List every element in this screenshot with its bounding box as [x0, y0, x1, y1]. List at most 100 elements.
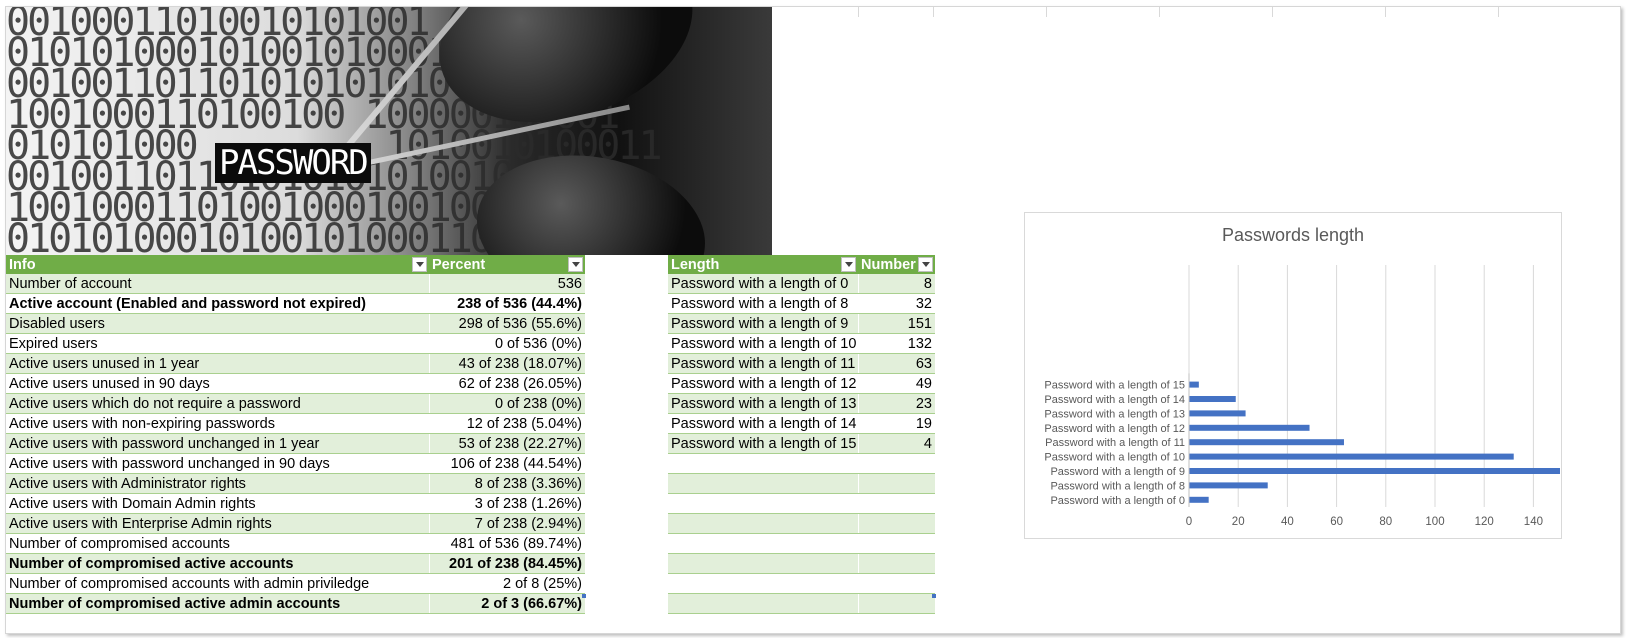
bar[interactable]	[1189, 410, 1246, 417]
percent-cell[interactable]: 2 of 3 (66.67%)	[428, 593, 585, 614]
percent-cell[interactable]: 3 of 238 (1.26%)	[428, 493, 585, 514]
table-row[interactable]: Number of account 536	[6, 274, 585, 294]
percent-cell[interactable]: 0 of 238 (0%)	[428, 393, 585, 414]
table-row[interactable]: Password with a length of 10 132	[668, 333, 935, 354]
percent-cell[interactable]: 238 of 536 (44.4%)	[428, 293, 585, 314]
table-row[interactable]: Password with a length of 14 19	[668, 413, 935, 434]
table-row[interactable]: Password with a length of 8 32	[668, 293, 935, 314]
length-cell[interactable]: Password with a length of 13	[668, 393, 858, 414]
table-row[interactable]: Active users with Domain Admin rights 3 o…	[6, 493, 585, 514]
table-row[interactable]: Active users which do not require a pass…	[6, 393, 585, 414]
length-cell[interactable]: Password with a length of 9	[668, 313, 858, 334]
length-cell[interactable]	[668, 473, 858, 494]
percent-cell[interactable]: 0 of 536 (0%)	[428, 333, 585, 354]
percent-cell[interactable]: 2 of 8 (25%)	[428, 573, 585, 594]
info-cell[interactable]: Active users with password unchanged in …	[6, 433, 429, 454]
table-row[interactable]: Active users unused in 90 days 62 of 238 …	[6, 373, 585, 394]
info-cell[interactable]: Active users unused in 1 year	[6, 353, 429, 374]
table-row[interactable]: Password with a length of 12 49	[668, 373, 935, 394]
length-cell[interactable]: Password with a length of 12	[668, 373, 858, 394]
percent-cell[interactable]: 7 of 238 (2.94%)	[428, 513, 585, 534]
info-cell[interactable]: Expired users	[6, 333, 429, 354]
length-cell[interactable]: Password with a length of 14	[668, 413, 858, 434]
percent-cell[interactable]: 53 of 238 (22.27%)	[428, 433, 585, 454]
info-cell[interactable]: Active users unused in 90 days	[6, 373, 429, 394]
number-cell[interactable]: 4	[857, 433, 935, 454]
percent-cell[interactable]: 43 of 238 (18.07%)	[428, 353, 585, 374]
info-cell[interactable]: Active users with password unchanged in …	[6, 453, 429, 474]
info-cell[interactable]: Disabled users	[6, 313, 429, 334]
percent-cell[interactable]: 62 of 238 (26.05%)	[428, 373, 585, 394]
info-cell[interactable]: Number of compromised accounts with admi…	[6, 573, 429, 594]
filter-dropdown-icon[interactable]	[412, 257, 427, 272]
table-row[interactable]	[668, 493, 935, 514]
table-row[interactable]: Active users with Administrator rights 8 …	[6, 473, 585, 494]
table-row[interactable]: Password with a length of 15 4	[668, 433, 935, 454]
table-row[interactable]: Password with a length of 08	[668, 274, 935, 294]
filter-dropdown-icon[interactable]	[841, 257, 856, 272]
number-cell[interactable]: 151	[857, 313, 935, 334]
table-row[interactable]: Number of compromised active accounts 201…	[6, 553, 585, 574]
number-cell[interactable]	[857, 573, 935, 594]
length-cell[interactable]	[668, 533, 858, 554]
table-row[interactable]	[668, 553, 935, 574]
number-cell[interactable]	[857, 593, 935, 614]
bar[interactable]	[1189, 496, 1209, 503]
bar[interactable]	[1189, 396, 1236, 402]
length-cell[interactable]	[668, 453, 858, 474]
number-cell[interactable]: 23	[857, 393, 935, 414]
bar[interactable]	[1189, 482, 1268, 489]
percent-cell[interactable]: 481 of 536 (89.74%)	[428, 533, 585, 554]
length-cell[interactable]: Password with a length of 11	[668, 353, 858, 374]
filter-dropdown-icon[interactable]	[918, 257, 933, 272]
info-cell[interactable]: Number of compromised active admin accou…	[6, 593, 429, 614]
table-row[interactable]: Active users unused in 1 year 43 of 238 (…	[6, 353, 585, 374]
password-banner-image[interactable]: 00100011010010101001 01010100010100101000…	[6, 7, 772, 255]
number-cell[interactable]: 132	[857, 333, 935, 354]
table-row[interactable]: Active users with non-expiring passwords…	[6, 413, 585, 434]
table-row[interactable]	[668, 453, 935, 474]
info-cell[interactable]: Active users with Enterprise Admin right…	[6, 513, 429, 534]
number-cell[interactable]	[857, 453, 935, 474]
bar[interactable]	[1189, 453, 1514, 460]
info-cell[interactable]: Active users with Administrator rights	[6, 473, 429, 494]
bar[interactable]	[1189, 439, 1344, 446]
passwords-length-chart[interactable]: Passwords length 0 20 40 60 80 100 120 140 Passw…	[1024, 212, 1562, 539]
table-row[interactable]	[668, 513, 935, 534]
table-row[interactable]: Active users with Enterprise Admin right…	[6, 513, 585, 534]
length-cell[interactable]: Password with a length of 8	[668, 293, 858, 314]
number-cell[interactable]: 19	[857, 413, 935, 434]
info-cell[interactable]: Active users which do not require a pass…	[6, 393, 429, 414]
number-cell[interactable]: 32	[857, 293, 935, 314]
table-row[interactable]: Number of compromised accounts with admi…	[6, 573, 585, 594]
table-resize-handle[interactable]	[582, 594, 586, 598]
percent-cell[interactable]: 106 of 238 (44.54%)	[428, 453, 585, 474]
percent-cell[interactable]: 298 of 536 (55.6%)	[428, 313, 585, 334]
table-row[interactable]: Password with a length of 9 151	[668, 313, 935, 334]
table-row[interactable]: Active users with password unchanged in …	[6, 453, 585, 474]
filter-dropdown-icon[interactable]	[568, 257, 583, 272]
table-row[interactable]: Active account (Enabled and password not…	[6, 293, 585, 314]
length-cell[interactable]	[668, 573, 858, 594]
length-cell[interactable]: Password with a length of 0	[668, 274, 858, 294]
number-cell[interactable]	[857, 553, 935, 574]
table-row[interactable]	[668, 473, 935, 494]
number-cell[interactable]	[857, 513, 935, 534]
bar[interactable]	[1189, 424, 1310, 431]
table-row[interactable]: Password with a length of 11 63	[668, 353, 935, 374]
table-row[interactable]: Number of compromised accounts 481 of 536…	[6, 533, 585, 554]
number-cell[interactable]: 8	[857, 274, 935, 294]
table-row[interactable]	[668, 593, 935, 614]
table-row[interactable]	[668, 533, 935, 554]
info-cell[interactable]: Number of compromised accounts	[6, 533, 429, 554]
info-cell[interactable]: Number of compromised active accounts	[6, 553, 429, 574]
number-cell[interactable]	[857, 473, 935, 494]
bar[interactable]	[1189, 381, 1199, 388]
length-cell[interactable]	[668, 593, 858, 614]
percent-cell[interactable]: 536	[428, 274, 585, 294]
length-cell[interactable]	[668, 553, 858, 574]
table-row[interactable]: Expired users 0 of 536 (0%)	[6, 333, 585, 354]
length-cell[interactable]	[668, 493, 858, 514]
table-row[interactable]: Active users with password unchanged in …	[6, 433, 585, 454]
table-row[interactable]	[668, 573, 935, 594]
